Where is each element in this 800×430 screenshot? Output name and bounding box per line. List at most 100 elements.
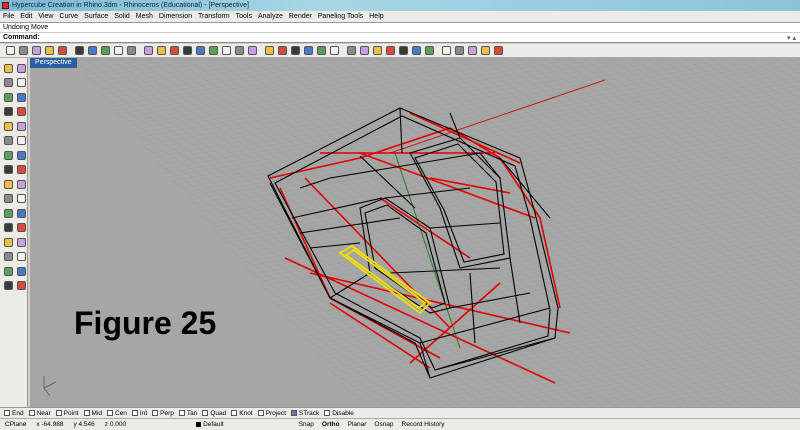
osnap-int[interactable]: Int bbox=[131, 410, 147, 417]
circle-icon[interactable] bbox=[2, 91, 14, 103]
menu-paneling-tools[interactable]: Paneling Tools bbox=[318, 13, 363, 20]
dimension-icon[interactable] bbox=[2, 251, 14, 263]
cut-icon[interactable] bbox=[73, 45, 85, 57]
menu-file[interactable]: File bbox=[3, 13, 14, 20]
command-dropdown-icon[interactable]: ▾ ▴ bbox=[770, 34, 800, 42]
print-icon[interactable] bbox=[43, 45, 55, 57]
paste-icon[interactable] bbox=[99, 45, 111, 57]
osnap-checkbox[interactable] bbox=[257, 410, 264, 416]
osnap-end[interactable]: End bbox=[4, 410, 24, 417]
dot-icon[interactable] bbox=[15, 280, 27, 292]
sphere-render-icon[interactable] bbox=[371, 45, 383, 57]
analyze-icon[interactable] bbox=[2, 265, 14, 277]
open-icon[interactable] bbox=[17, 45, 29, 57]
viewport-canvas[interactable] bbox=[30, 58, 800, 407]
curve-icon[interactable] bbox=[15, 77, 27, 89]
cplane-icon[interactable] bbox=[246, 45, 258, 57]
shell-icon[interactable] bbox=[15, 193, 27, 205]
redo-icon[interactable] bbox=[125, 45, 137, 57]
pan-icon[interactable] bbox=[142, 45, 154, 57]
osnap-knot[interactable]: Knot bbox=[231, 410, 253, 417]
rotate-view-icon[interactable] bbox=[155, 45, 167, 57]
command-input[interactable] bbox=[42, 33, 770, 42]
menu-surface[interactable]: Surface bbox=[84, 13, 108, 20]
split-icon[interactable] bbox=[15, 207, 27, 219]
osnap-perp[interactable]: Perp bbox=[152, 410, 174, 417]
array-icon[interactable] bbox=[15, 236, 27, 248]
bulb-icon[interactable] bbox=[328, 45, 340, 57]
boolean-icon[interactable] bbox=[2, 193, 14, 205]
osnap-checkbox[interactable] bbox=[152, 410, 159, 416]
pointer-icon[interactable] bbox=[2, 62, 14, 74]
rectangle-icon[interactable] bbox=[15, 106, 27, 118]
grid-icon[interactable] bbox=[233, 45, 245, 57]
extrude-icon[interactable] bbox=[2, 178, 14, 190]
sphere-icon[interactable] bbox=[15, 164, 27, 176]
menu-mesh[interactable]: Mesh bbox=[136, 13, 153, 20]
toggle-record-history[interactable]: Record History bbox=[402, 421, 445, 428]
osnap-point[interactable]: Point bbox=[55, 410, 79, 417]
osnap-checkbox[interactable] bbox=[83, 410, 90, 416]
explode-icon[interactable] bbox=[440, 45, 452, 57]
osnap-disable[interactable]: Disable bbox=[324, 410, 354, 417]
point-icon[interactable] bbox=[15, 62, 27, 74]
scale-icon[interactable] bbox=[466, 45, 478, 57]
menu-dimension[interactable]: Dimension bbox=[159, 13, 192, 20]
menu-render[interactable]: Render bbox=[289, 13, 312, 20]
menu-view[interactable]: View bbox=[38, 13, 53, 20]
osnap-checkbox[interactable] bbox=[202, 410, 209, 416]
toggle-snap[interactable]: Snap bbox=[299, 421, 314, 428]
revolve-icon[interactable] bbox=[15, 178, 27, 190]
layer-icon[interactable] bbox=[302, 45, 314, 57]
freeform-icon[interactable] bbox=[15, 120, 27, 132]
osnap-cen[interactable]: Cen bbox=[106, 410, 127, 417]
toggle-planar[interactable]: Planar bbox=[348, 421, 367, 428]
orient-icon[interactable] bbox=[479, 45, 491, 57]
toggle-ortho[interactable]: Ortho bbox=[322, 421, 340, 428]
properties-icon[interactable] bbox=[315, 45, 327, 57]
perspective-viewport[interactable] bbox=[30, 58, 800, 407]
import-icon[interactable] bbox=[56, 45, 68, 57]
menu-analyze[interactable]: Analyze bbox=[258, 13, 283, 20]
save-icon[interactable] bbox=[30, 45, 42, 57]
render-tool-icon[interactable] bbox=[15, 265, 27, 277]
arc-icon[interactable] bbox=[15, 91, 27, 103]
material-icon[interactable] bbox=[358, 45, 370, 57]
current-layer[interactable]: Default bbox=[191, 421, 229, 428]
join-icon[interactable] bbox=[15, 222, 27, 234]
osnap-tan[interactable]: Tan bbox=[178, 410, 197, 417]
menu-solid[interactable]: Solid bbox=[114, 13, 130, 20]
osnap-strack[interactable]: STrack bbox=[290, 410, 319, 417]
globe-icon[interactable] bbox=[384, 45, 396, 57]
menu-transform[interactable]: Transform bbox=[198, 13, 230, 20]
fillet-icon[interactable] bbox=[2, 135, 14, 147]
undo-icon[interactable] bbox=[112, 45, 124, 57]
osnap-project[interactable]: Project bbox=[257, 410, 286, 417]
osnap-checkbox[interactable] bbox=[231, 410, 238, 416]
transform-icon[interactable] bbox=[492, 45, 504, 57]
trim-icon[interactable] bbox=[2, 222, 14, 234]
lock-icon[interactable] bbox=[289, 45, 301, 57]
select-icon[interactable] bbox=[263, 45, 275, 57]
text-icon[interactable] bbox=[15, 251, 27, 263]
osnap-checkbox[interactable] bbox=[290, 410, 297, 416]
osnap-mid[interactable]: Mid bbox=[83, 410, 102, 417]
polygon-icon[interactable] bbox=[2, 120, 14, 132]
osnap-checkbox[interactable] bbox=[4, 410, 10, 416]
zoom-extents-icon[interactable] bbox=[194, 45, 206, 57]
new-icon[interactable] bbox=[4, 45, 16, 57]
loft-icon[interactable] bbox=[15, 149, 27, 161]
menu-help[interactable]: Help bbox=[369, 13, 383, 20]
copy-icon[interactable] bbox=[86, 45, 98, 57]
osnap-checkbox[interactable] bbox=[55, 410, 62, 416]
osnap-checkbox[interactable] bbox=[106, 410, 113, 416]
toggle-osnap[interactable]: Osnap bbox=[374, 421, 393, 428]
zoom-selected-icon[interactable] bbox=[207, 45, 219, 57]
offset-icon[interactable] bbox=[15, 135, 27, 147]
osnap-quad[interactable]: Quad bbox=[202, 410, 226, 417]
box-icon[interactable] bbox=[2, 164, 14, 176]
cplane-label[interactable]: CPlane bbox=[0, 421, 31, 428]
layer-tool-icon[interactable] bbox=[2, 280, 14, 292]
osnap-near[interactable]: Near bbox=[28, 410, 51, 417]
hide-icon[interactable] bbox=[276, 45, 288, 57]
